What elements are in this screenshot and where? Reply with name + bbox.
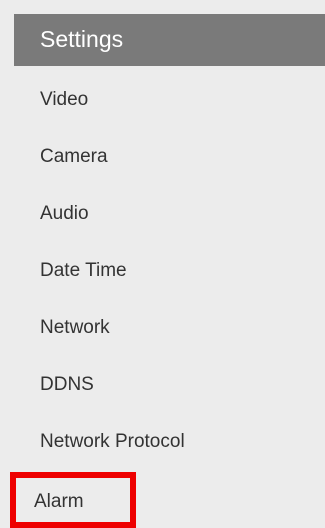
- menu-item-label: Date Time: [40, 260, 127, 281]
- menu-item-label: Camera: [40, 146, 108, 167]
- menu-item-network[interactable]: Network: [14, 306, 325, 350]
- menu-item-alarm[interactable]: Alarm: [10, 472, 136, 528]
- menu-item-date-time[interactable]: Date Time: [14, 249, 325, 293]
- menu-item-camera[interactable]: Camera: [14, 135, 325, 179]
- menu-item-ddns[interactable]: DDNS: [14, 363, 325, 407]
- menu-item-label: Video: [40, 89, 89, 110]
- menu-item-audio[interactable]: Audio: [14, 192, 325, 236]
- menu-item-label: Audio: [40, 203, 89, 224]
- menu-item-label: Network Protocol: [40, 431, 185, 452]
- settings-menu: Video Camera Audio Date Time Network DDN…: [0, 0, 325, 528]
- menu-item-label: Network: [40, 317, 110, 338]
- menu-item-video[interactable]: Video: [14, 78, 325, 122]
- menu-item-network-protocol[interactable]: Network Protocol: [14, 420, 325, 464]
- settings-sidebar: Settings Video Camera Audio Date Time Ne…: [0, 0, 325, 528]
- menu-item-label: Alarm: [34, 491, 84, 512]
- menu-item-label: DDNS: [40, 374, 94, 395]
